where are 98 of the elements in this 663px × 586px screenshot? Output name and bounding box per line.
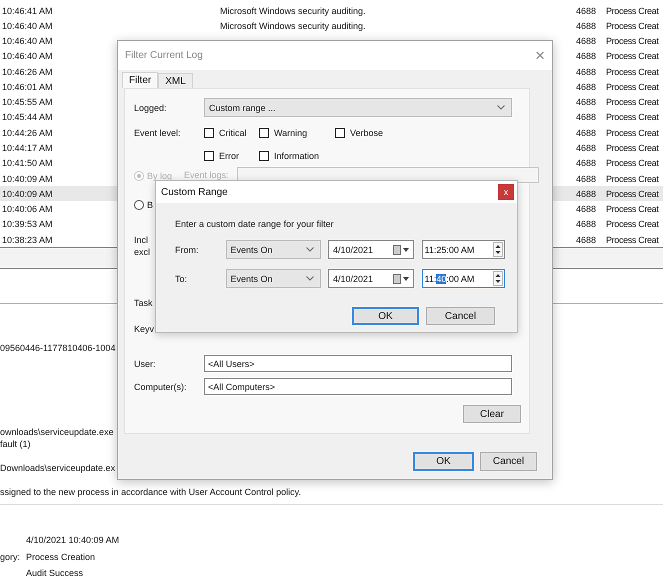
calendar-dropdown-icon[interactable] <box>393 274 410 284</box>
field-label: excl <box>134 246 150 258</box>
event-row[interactable]: 10:46:40 AM Microsoft Windows security auditing. 4688 Process Creat <box>0 18 663 34</box>
logged-value: 4/10/2021 10:40:09 AM <box>26 534 120 547</box>
field-label: User: <box>134 358 156 370</box>
task-cell: Process Creat <box>605 66 658 77</box>
date-field[interactable]: 4/10/2021 <box>328 240 414 259</box>
time-cell-text: 10:40:09 AM <box>1 188 53 199</box>
mode-dropdown[interactable]: Events On <box>226 240 320 259</box>
field-label: Event level: <box>134 126 181 138</box>
tab[interactable]: XML <box>158 73 193 88</box>
event-id-cell: 4688 <box>576 174 596 184</box>
field-label: Logged: <box>134 102 167 114</box>
source-cell: Microsoft Windows security auditing. <box>220 6 366 16</box>
time-cell-text: 10:41:50 AM <box>1 158 53 168</box>
time-field[interactable]: 11:40:00 AM <box>422 269 504 288</box>
field-label: To: <box>175 272 188 284</box>
spinner-icon[interactable] <box>492 271 502 286</box>
event-id-cell: 4688 <box>576 6 596 16</box>
event-id-cell: 4688 <box>576 143 596 154</box>
task-cell: Process Creat <box>605 143 658 154</box>
source-cell: Microsoft Windows security auditing. <box>220 20 366 31</box>
field-label: From: <box>175 244 198 256</box>
keywords-value: Audit Success <box>26 567 84 580</box>
event-id-cell: 4688 <box>576 66 596 77</box>
checkbox[interactable]: Critical <box>204 128 259 138</box>
process-path: ownloads\serviceupdate.exe <box>0 426 114 438</box>
calendar-dropdown-icon[interactable] <box>393 244 410 254</box>
task-cell: Process Creat <box>605 128 658 138</box>
event-id-cell: 4688 <box>576 97 596 108</box>
checkbox[interactable]: Verbose <box>335 128 395 138</box>
event-id-cell: 4688 <box>576 204 596 214</box>
event-id-cell: 4688 <box>576 219 596 230</box>
task-cell: Process Creat <box>605 20 658 31</box>
time-cell-text: 10:46:01 AM <box>1 82 53 92</box>
clear-button[interactable]: Clear <box>463 405 521 423</box>
field-label: Event logs: <box>184 169 229 181</box>
process-path: Downloads\serviceupdate.ex <box>0 462 116 474</box>
field-label: Computer(s): <box>134 380 187 392</box>
task-cell: Process Creat <box>605 204 658 214</box>
task-cell: Process Creat <box>605 51 658 62</box>
checkbox[interactable]: Warning <box>259 128 335 138</box>
event-row[interactable]: 10:46:41 AM Microsoft Windows security auditing. 4688 Process Creat <box>0 3 663 18</box>
time-cell-text: 10:46:26 AM <box>1 66 53 77</box>
user-field[interactable]: <All Users> <box>204 355 512 372</box>
tab[interactable]: Filter <box>122 72 158 88</box>
chevron-down-icon <box>497 105 505 110</box>
task-cell: Process Creat <box>605 219 658 230</box>
cancel-button[interactable]: Cancel <box>480 452 537 471</box>
field-label: Task <box>134 297 153 309</box>
time-cell-text: 10:46:41 AM <box>1 6 53 16</box>
task-cell: Process Creat <box>605 188 658 199</box>
spinner-icon[interactable] <box>492 242 502 257</box>
task-cell: Process Creat <box>605 234 658 245</box>
task-cell: Process Creat <box>605 158 658 168</box>
account-sid: 09560446-1177810406-1004 <box>0 342 116 354</box>
mode-dropdown[interactable]: Events On <box>226 269 320 288</box>
checkbox[interactable]: Information <box>259 150 339 160</box>
logged-dropdown[interactable]: Custom range ... <box>204 98 512 117</box>
time-cell-text: 10:45:44 AM <box>1 112 53 122</box>
prompt-text: Enter a custom date range for your filter <box>175 219 334 229</box>
checkbox[interactable]: Error <box>204 150 259 160</box>
time-cell-text: 10:44:17 AM <box>1 143 53 154</box>
field-label: Incl <box>134 234 148 246</box>
task-cell: Process Creat <box>605 174 658 184</box>
time-cell-text: 10:46:40 AM <box>1 36 53 46</box>
event-id-cell: 4688 <box>576 51 596 62</box>
task-cell: Process Creat <box>605 82 658 92</box>
mandatory-label: fault (1) <box>0 438 31 450</box>
date-field[interactable]: 4/10/2021 <box>328 269 414 288</box>
task-cell: Process Creat <box>605 36 658 46</box>
chevron-down-icon <box>306 247 314 252</box>
ok-button[interactable]: OK <box>413 452 474 471</box>
task-cell: Process Creat <box>605 112 658 122</box>
task-cell: Process Creat <box>605 6 658 16</box>
time-cell-text: 10:46:40 AM <box>1 20 53 31</box>
task-cell: Process Creat <box>605 97 658 108</box>
dialog-title: Filter Current Log <box>125 50 203 61</box>
chevron-down-icon <box>306 276 314 281</box>
dialog-title: Custom Range <box>161 186 228 198</box>
event-id-cell: 4688 <box>576 20 596 31</box>
close-button[interactable]: x <box>498 184 514 200</box>
task-category-value: Process Creation <box>26 550 96 564</box>
event-id-cell: 4688 <box>576 36 596 46</box>
event-id-cell: 4688 <box>576 82 596 92</box>
time-cell-text: 10:45:55 AM <box>1 97 53 108</box>
description-text: ssigned to the new process in accordance with User Account Control policy. <box>0 486 301 498</box>
computer-field[interactable]: <All Computers> <box>204 378 512 395</box>
event-id-cell: 4688 <box>576 234 596 245</box>
cancel-button[interactable]: Cancel <box>426 307 495 325</box>
ok-button[interactable]: OK <box>352 307 419 325</box>
time-field[interactable]: 11:25:00 AM <box>422 240 504 259</box>
event-id-cell: 4688 <box>576 128 596 138</box>
event-id-cell: 4688 <box>576 158 596 168</box>
event-id-cell: 4688 <box>576 188 596 199</box>
event-id-cell: 4688 <box>576 112 596 122</box>
task-category-label: gory: <box>0 550 22 564</box>
field-label: Keyv <box>134 323 154 335</box>
